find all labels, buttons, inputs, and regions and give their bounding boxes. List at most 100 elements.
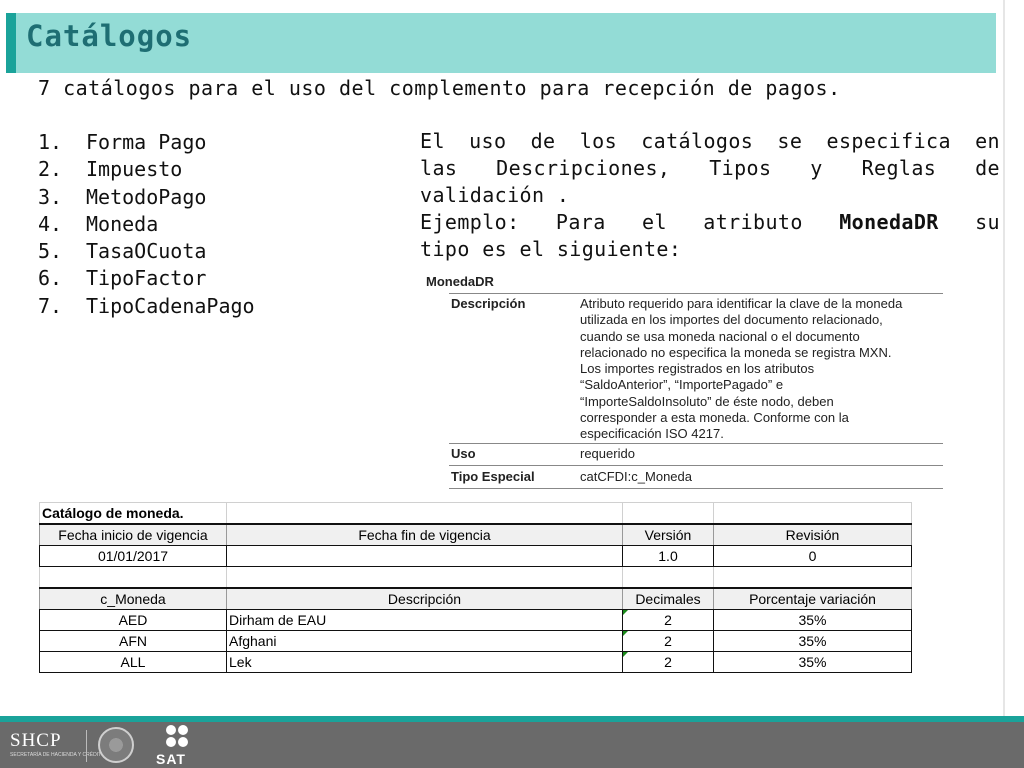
item-number: 3.: [38, 184, 63, 209]
spec-description-value: Atributo requerido para identificar la c…: [580, 296, 940, 443]
spec-description-line: cuando se usa moneda nacional o el docum…: [580, 328, 860, 344]
spec-description-line: “ImporteSaldoInsoluto” de éste nodo, deb…: [580, 393, 834, 409]
spec-description-label: Descripción: [451, 296, 526, 311]
table-cell: AED: [39, 609, 227, 631]
table-row: ALL Lek 2 35%: [39, 651, 912, 673]
item-name: Impuesto: [86, 157, 183, 182]
meta-value-cell: 0: [713, 545, 912, 567]
spec-description-line: Los importes registrados en los atributo…: [580, 361, 815, 377]
item-number: 4.: [38, 211, 63, 236]
table-title: Catálogo de moneda.: [39, 502, 227, 525]
spec-tipo-label: Tipo Especial: [451, 469, 535, 484]
explanation-line: El uso de los catálogos se especifica en: [420, 129, 1000, 153]
table-title-row: Catálogo de moneda.: [39, 502, 912, 525]
item-name: TipoCadenaPago: [86, 293, 255, 318]
spec-uso-label: Uso: [451, 446, 476, 461]
item-number: 6.: [38, 266, 63, 291]
spec-description-line: utilizada en los importes del documento …: [580, 312, 883, 328]
table-row: AFN Afghani 2 35%: [39, 630, 912, 652]
meta-value-cell: 1.0: [622, 545, 714, 567]
example-suffix: su: [975, 210, 1000, 234]
spec-attribute-name: MonedaDR: [426, 274, 494, 289]
catalog-list-item: 5. TasaOCuota: [38, 238, 255, 265]
table-cell: Lek: [226, 651, 623, 673]
example-attribute: MonedaDR: [839, 210, 939, 234]
meta-value-row: 01/01/2017 1.0 0: [39, 545, 912, 567]
catalog-list-item: 7. TipoCadenaPago: [38, 293, 255, 320]
item-name: Moneda: [86, 211, 159, 236]
table-cell: 2: [622, 609, 714, 631]
spacer-row: [39, 566, 912, 589]
catalog-list-item: 6. TipoFactor: [38, 265, 255, 292]
table-cell: 2: [622, 651, 714, 673]
spec-tipo-value: catCFDI:c_Moneda: [580, 469, 692, 484]
sat-logo-dot: [166, 737, 176, 747]
item-number: 1.: [38, 130, 63, 154]
attribute-spec-image: MonedaDR Descripción Atributo requerido …: [421, 271, 943, 489]
meta-header-cell: Fecha fin de vigencia: [226, 523, 623, 546]
table-row: AED Dirham de EAU 2 35%: [39, 609, 912, 631]
table-cell: 35%: [713, 630, 912, 652]
spec-uso-row: Uso requerido: [449, 443, 943, 466]
table-header-row: c_Moneda Descripción Decimales Porcentaj…: [39, 587, 912, 610]
column-header: Decimales: [622, 587, 714, 610]
table-cell: 35%: [713, 651, 912, 673]
item-name: TasaOCuota: [86, 239, 207, 264]
intro-text: 7 catálogos para el uso del complemento …: [38, 76, 841, 100]
explanation-paragraph: El uso de los catálogos se especifica en…: [420, 128, 1000, 263]
sat-logo: SAT: [156, 725, 200, 767]
catalog-list: 1. Forma Pago 2. Impuesto 3. MetodoPago 4. M…: [38, 129, 255, 320]
sat-logo-text: SAT: [156, 751, 186, 767]
title-bar: Catálogos: [6, 13, 996, 73]
shcp-logo-text: SHCP: [10, 730, 62, 751]
column-header: Descripción: [226, 587, 623, 610]
spec-description-line: corresponder a esta moneda. Conforme con…: [580, 410, 849, 426]
table-cell: Dirham de EAU: [226, 609, 623, 631]
meta-header-cell: Revisión: [713, 523, 912, 546]
catalog-list-item: 1. Forma Pago: [38, 129, 255, 156]
sat-logo-dot: [178, 725, 188, 735]
spec-description-line: Atributo requerido para identificar la c…: [580, 296, 903, 311]
slide-title: Catálogos: [26, 19, 193, 53]
sat-logo-dot: [166, 725, 176, 735]
meta-value-cell: 01/01/2017: [39, 545, 227, 567]
catalog-list-item: 2. Impuesto: [38, 156, 255, 183]
spec-tipo-row: Tipo Especial catCFDI:c_Moneda: [449, 465, 943, 489]
spec-description-line: “SaldoAnterior”, “ImportePagado” e: [580, 377, 784, 393]
spec-description-row: Descripción Atributo requerido para iden…: [449, 293, 943, 444]
spec-description-line: especificación ISO 4217.: [580, 426, 724, 442]
meta-header-cell: Fecha inicio de vigencia: [39, 523, 227, 546]
footer-bar: SHCP SECRETARÍA DE HACIENDA Y CRÉDITO PÚ…: [0, 722, 1024, 768]
national-seal-icon: [98, 727, 134, 763]
explanation-line: validación .: [420, 183, 570, 207]
explanation-line: tipo es el siguiente:: [420, 237, 682, 261]
table-cell: 2: [622, 630, 714, 652]
slide-edge-line: [1003, 0, 1005, 716]
item-number: 7.: [38, 293, 63, 318]
meta-header-cell: Versión: [622, 523, 714, 546]
sat-logo-dot: [178, 737, 188, 747]
item-number: 5.: [38, 239, 63, 264]
spec-uso-value: requerido: [580, 446, 635, 461]
table-cell: ALL: [39, 651, 227, 673]
table-cell: AFN: [39, 630, 227, 652]
explanation-line: las Descripciones, Tipos y Reglas de: [420, 156, 1000, 180]
currency-catalog-table: Catálogo de moneda. Fecha inicio de vige…: [39, 502, 912, 673]
title-accent: [6, 13, 16, 73]
catalog-list-item: 4. Moneda: [38, 211, 255, 238]
item-name: TipoFactor: [86, 266, 207, 291]
item-number: 2.: [38, 157, 63, 182]
table-cell: Afghani: [226, 630, 623, 652]
item-name: MetodoPago: [86, 184, 207, 209]
item-name: Forma Pago: [86, 130, 207, 154]
column-header: c_Moneda: [39, 587, 227, 610]
catalog-list-item: 3. MetodoPago: [38, 184, 255, 211]
spec-description-line: relacionado no especifica la moneda se r…: [580, 344, 892, 360]
example-prefix: Ejemplo: Para el atributo: [420, 210, 803, 234]
table-cell: 35%: [713, 609, 912, 631]
meta-value-cell: [226, 545, 623, 567]
logo-divider: [86, 730, 87, 762]
meta-header-row: Fecha inicio de vigencia Fecha fin de vi…: [39, 523, 912, 546]
column-header: Porcentaje variación: [713, 587, 912, 610]
example-line: Ejemplo: Para el atributo MonedaDR su: [420, 209, 1000, 236]
